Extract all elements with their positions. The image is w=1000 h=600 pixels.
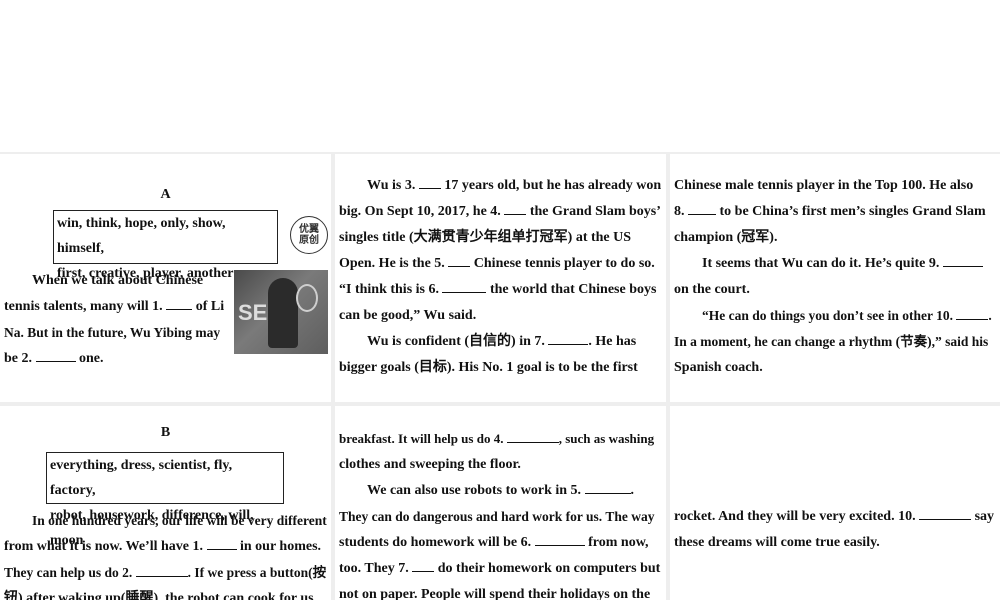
blank-3[interactable]: [418, 174, 441, 189]
text-line: say: [974, 509, 995, 524]
text-line: They can help us do 2.: [4, 565, 133, 580]
text-line: rocket. And they will be very excited. 1…: [674, 509, 916, 524]
section-b-column-2-text: breakfast. It will help us do 4. , such …: [339, 426, 662, 600]
section-b-word-box: everything, dress, scientist, fly, facto…: [46, 452, 284, 548]
text-line: not on paper. People will spend their ho…: [339, 587, 651, 600]
text-line: from now,: [588, 535, 649, 550]
text-line: In a moment, he can change a rhythm (节奏)…: [674, 334, 989, 349]
blank-1[interactable]: [166, 295, 193, 310]
text-line: one.: [79, 351, 104, 366]
section-b-panel: B everything, dress, scientist, fly, fac…: [0, 406, 331, 600]
text-line: clothes and sweeping the floor.: [339, 457, 521, 472]
section-a-word-box: win, think, hope, only, show, himself, f…: [53, 210, 278, 281]
blank-b10[interactable]: [919, 505, 972, 520]
text-line: 17 years old, but he has already won: [444, 178, 662, 193]
section-b-column-3-text: rocket. And they will be very excited. 1…: [674, 504, 996, 556]
section-a-column-3: Chinese male tennis player in the Top 10…: [670, 154, 1000, 402]
text-line: these dreams will come true easily.: [674, 535, 880, 550]
racket-icon: [296, 284, 318, 312]
text-line: , such as washing: [558, 431, 655, 446]
blank-5[interactable]: [448, 252, 471, 267]
text-line: They can do dangerous and hard work for …: [339, 509, 655, 524]
text-line: can be good,” Wu said.: [339, 308, 477, 323]
text-line: be 2.: [4, 351, 32, 366]
section-b-paragraph: In one hundred years, our life will be v…: [4, 508, 327, 600]
text-line: on the court.: [674, 282, 750, 297]
text-line: . If we press a button(按: [187, 565, 327, 580]
section-b-column-3: rocket. And they will be very excited. 1…: [670, 406, 1000, 600]
section-b-column-2: breakfast. It will help us do 4. , such …: [335, 406, 666, 600]
section-b-heading: B: [160, 425, 171, 440]
word-box-line: win, think, hope, only, show, himself,: [57, 216, 226, 256]
text-line: breakfast. It will help us do 4.: [339, 431, 504, 446]
column-3-text: Chinese male tennis player in the Top 10…: [674, 173, 996, 381]
text-line: bigger goals (目标). His No. 1 goal is to …: [339, 360, 638, 375]
text-line: Chinese tennis player to do so.: [473, 256, 655, 271]
blank-b2[interactable]: [135, 562, 188, 577]
blank-4[interactable]: [504, 200, 527, 215]
section-a-column-2: Wu is 3. 17 years old, but he has alread…: [335, 154, 666, 402]
text-line: When we talk about Chinese: [32, 273, 204, 288]
text-line: We can also use robots to work in 5.: [367, 483, 582, 498]
section-a-panel: A win, think, hope, only, show, himself,…: [0, 154, 331, 402]
text-line: Na. But in the future, Wu Yibing may: [4, 325, 221, 340]
blank-2[interactable]: [35, 347, 76, 362]
text-line: champion (冠军).: [674, 230, 778, 245]
player-figure: [268, 278, 298, 348]
text-line: the Grand Slam boys’: [529, 204, 661, 219]
text-line: from what it is now. We’ll have 1.: [4, 539, 203, 554]
text-line: “He can do things you don’t see in other…: [702, 308, 954, 323]
section-a-paragraph: When we talk about Chinese tennis talent…: [4, 268, 224, 372]
text-line: of Li: [195, 299, 225, 314]
word-box-line: everything, dress, scientist, fly, facto…: [50, 458, 233, 498]
blank-10[interactable]: [956, 305, 989, 320]
text-line: 钮) after waking up(睡醒), the robot can co…: [4, 591, 314, 600]
blank-b4[interactable]: [506, 428, 559, 443]
text-line: Chinese male tennis player in the Top 10…: [674, 178, 974, 193]
text-line: in our homes.: [240, 539, 322, 554]
text-line: do their homework on computers but: [437, 561, 661, 576]
text-line: the world that Chinese boys: [489, 282, 657, 297]
text-line: .: [988, 308, 992, 323]
blank-b5[interactable]: [584, 479, 631, 494]
text-line: Wu is confident (自信的) in 7.: [367, 334, 545, 349]
text-line: singles title (大满贯青少年组单打冠军) at the US: [339, 230, 632, 245]
seal-stamp-icon: 优翼原创: [290, 216, 328, 254]
text-line: too. They 7.: [339, 561, 409, 576]
text-line: Open. He is the 5.: [339, 256, 445, 271]
blank-b7[interactable]: [412, 557, 435, 572]
photo-banner-text: SE: [238, 300, 268, 325]
top-blank-area: [0, 0, 1000, 152]
blank-b1[interactable]: [206, 535, 237, 550]
blank-b6[interactable]: [534, 531, 585, 546]
seal-text: 优翼原创: [299, 224, 319, 246]
text-line: big. On Sept 10, 2017, he 4.: [339, 204, 501, 219]
blank-9[interactable]: [942, 252, 983, 267]
text-line: Wu is 3.: [367, 178, 416, 193]
text-line: . He has: [588, 334, 637, 349]
text-line: “I think this is 6.: [339, 282, 439, 297]
blank-8[interactable]: [688, 200, 716, 215]
text-line: to be China’s first men’s singles Grand …: [719, 204, 986, 219]
column-2-text: Wu is 3. 17 years old, but he has alread…: [339, 173, 662, 381]
blank-7[interactable]: [548, 330, 589, 345]
blank-6[interactable]: [442, 278, 487, 293]
text-line: It seems that Wu can do it. He’s quite 9…: [702, 256, 940, 271]
tennis-player-photo: SE: [234, 270, 328, 354]
text-line: tennis talents, many will 1.: [4, 299, 163, 314]
section-a-heading: A: [160, 187, 171, 202]
text-line: In one hundred years, our life will be v…: [32, 513, 327, 528]
text-line: students do homework will be 6.: [339, 535, 532, 550]
text-line: .: [630, 483, 635, 498]
text-line: Spanish coach.: [674, 360, 763, 375]
text-line: 8.: [674, 204, 685, 219]
